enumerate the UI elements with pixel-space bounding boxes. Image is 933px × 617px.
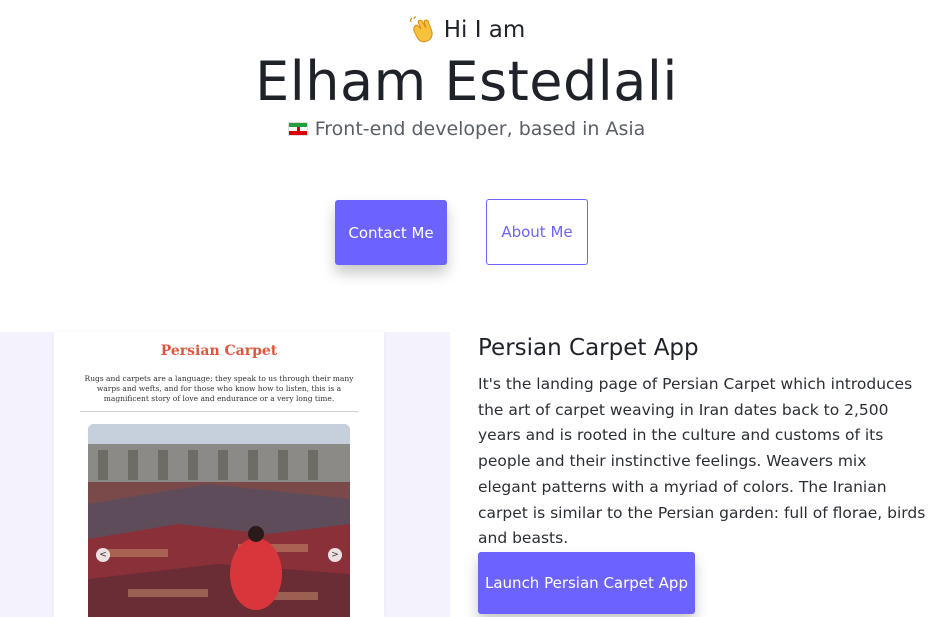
subtitle-text: Front-end developer, based in Asia (314, 118, 646, 140)
project-preview-image[interactable]: Persian Carpet Rugs and carpets are a la… (54, 332, 384, 617)
project-description: It's the landing page of Persian Carpet … (478, 375, 926, 548)
preview-title: Persian Carpet (160, 343, 278, 359)
hero-name: Elham Estedlali (255, 50, 678, 113)
project-title: Persian Carpet App (478, 335, 699, 361)
greeting-text: Hi I am (443, 17, 526, 43)
iran-flag-icon (287, 122, 308, 136)
hero-subtitle: Front-end developer, based in Asia (0, 118, 933, 140)
preview-quote: Rugs and carpets are a language; they sp… (84, 374, 354, 403)
launch-app-button[interactable]: Launch Persian Carpet App (478, 552, 695, 614)
contact-me-button[interactable]: Contact Me (335, 200, 447, 265)
greeting: Hi I am (0, 16, 933, 44)
preview-divider (80, 411, 358, 412)
preview-next-arrow-icon: > (328, 548, 342, 562)
preview-prev-arrow-icon: < (96, 548, 110, 562)
about-me-button[interactable]: About Me (486, 199, 588, 265)
preview-photo: < > (88, 424, 350, 617)
waving-hand-icon (409, 16, 433, 43)
